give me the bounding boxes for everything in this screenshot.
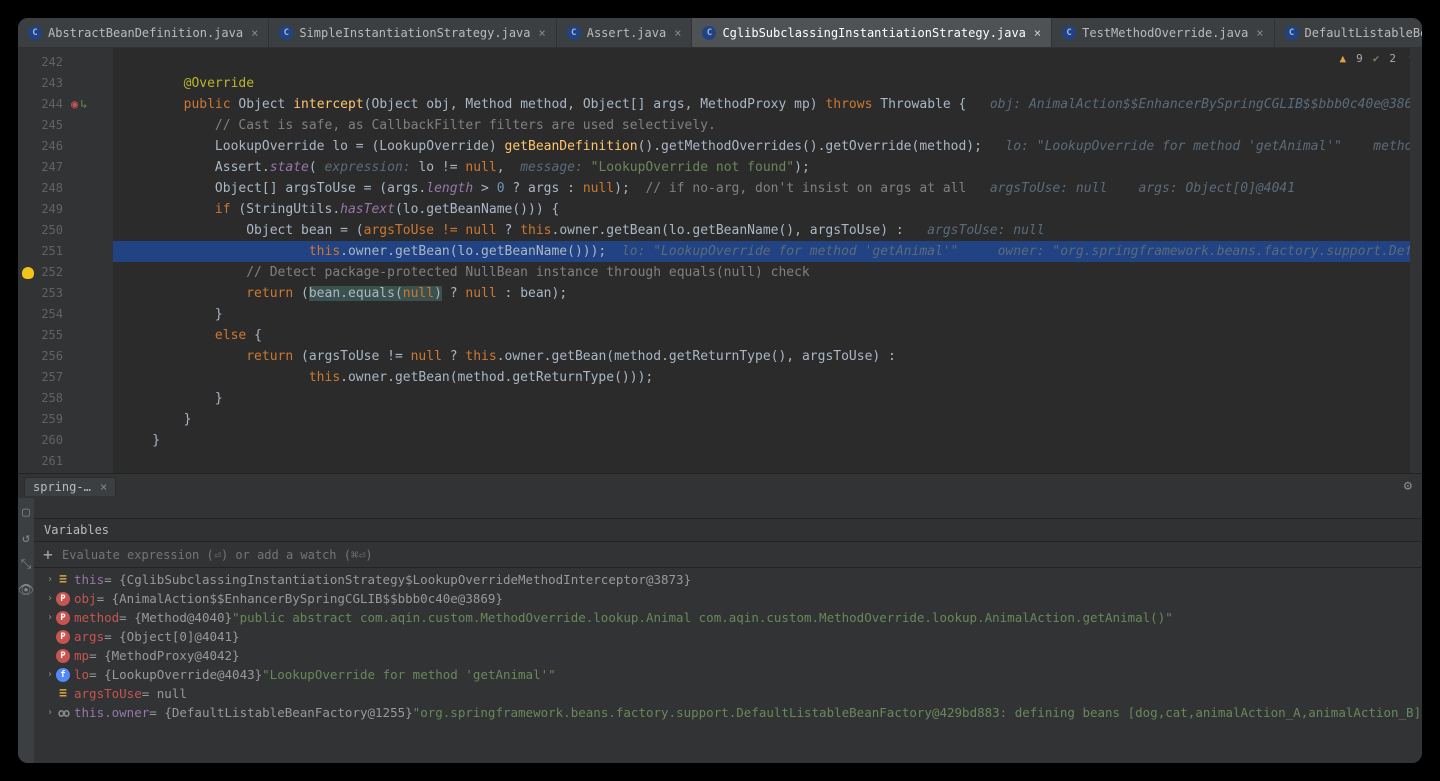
restore-icon[interactable]: ↺ [18,530,34,546]
check-icon: ✔ [1373,52,1380,65]
tab-label: Assert.java [587,26,666,40]
tab-label: AbstractBeanDefinition.java [48,26,243,40]
warning-icon: ▲ [1340,52,1347,65]
evaluate-row: + Java ▾ + [34,542,1422,568]
variable-row[interactable]: Pmp = {MethodProxy@4042} [34,646,1422,665]
tab-simpleinstantiationstrategy[interactable]: C SimpleInstantiationStrategy.java × [269,18,556,47]
tab-abstractbeandefinition[interactable]: C AbstractBeanDefinition.java × [18,18,269,47]
variable-row[interactable]: ›≡this = {CglibSubclassingInstantiationS… [34,570,1422,589]
debugger-tabbar: spring-… × ⚙ [18,474,1422,498]
variable-row[interactable]: ≡argsToUse = null [34,684,1422,703]
variable-row[interactable]: ›oothis.owner = {DefaultListableBeanFact… [34,703,1422,722]
variables-tree[interactable]: ›≡this = {CglibSubclassingInstantiationS… [34,568,1422,763]
variable-row[interactable]: ›Pobj = {AnimalAction$$EnhancerBySpringC… [34,589,1422,608]
problems-indicator[interactable]: ▲ 9 ✔ 2 [1340,52,1397,65]
tab-cglibsubclassing[interactable]: C CglibSubclassingInstantiationStrategy.… [692,18,1052,47]
java-file-icon: C [1062,26,1076,40]
debugger-main: Variables + Java ▾ + ›≡this = {CglibSubc… [34,498,1422,763]
java-file-icon: C [279,26,293,40]
close-icon[interactable]: × [674,26,681,40]
close-icon[interactable]: × [1034,26,1041,40]
watch-icon[interactable]: 👁 [18,582,34,598]
evaluate-input[interactable] [62,548,1422,562]
debugger-tab-label: spring-… [33,480,91,494]
ide-window: C AbstractBeanDefinition.java × C Simple… [18,18,1422,763]
java-file-icon: C [567,26,581,40]
close-icon[interactable]: × [1256,26,1263,40]
debugger-toolbar: ▢ ↺ ⤡ 👁 [18,498,34,763]
scrollbar[interactable] [1410,48,1422,473]
variable-row[interactable]: ›Pmethod = {Method@4040} "public abstrac… [34,608,1422,627]
tab-label: TestMethodOverride.java [1082,26,1248,40]
collapse-icon[interactable]: ⤡ [18,556,34,572]
tab-testmethodoverride[interactable]: C TestMethodOverride.java × [1052,18,1274,47]
ok-count: 2 [1389,52,1396,65]
warning-count: 9 [1356,52,1363,65]
close-icon[interactable]: × [100,480,107,494]
java-file-icon: C [28,26,42,40]
gear-icon[interactable]: ⚙ [1404,478,1412,494]
code-area[interactable]: @Override public Object intercept(Object… [113,48,1422,473]
variable-row[interactable]: Pargs = {Object[0]@4041} [34,627,1422,646]
java-file-icon: C [1285,26,1299,40]
gutter: 242243244◉↳24524624724824925025125225325… [18,48,113,473]
debugger-body: ▢ ↺ ⤡ 👁 Variables + Java ▾ + ›≡this = {C… [18,498,1422,763]
debugger-tab[interactable]: spring-… × [24,477,116,496]
tab-label: CglibSubclassingInstantiationStrategy.ja… [722,26,1025,40]
tab-assert[interactable]: C Assert.java × [557,18,693,47]
java-file-icon: C [702,26,716,40]
variable-row[interactable]: ›flo = {LookupOverride@4043} "LookupOver… [34,665,1422,684]
layout-icon[interactable]: ▢ [18,504,34,520]
add-watch-button[interactable]: + [34,545,62,564]
tab-defaultlistablebeanfactory[interactable]: C DefaultListableBeanFactory.java × [1275,18,1422,47]
variables-header: Variables [34,518,1422,542]
tab-label: SimpleInstantiationStrategy.java [299,26,530,40]
debugger-panel: spring-… × ⚙ ▢ ↺ ⤡ 👁 Variables + Java ▾ … [18,473,1422,763]
code-editor[interactable]: 242243244◉↳24524624724824925025125225325… [18,48,1422,473]
close-icon[interactable]: × [539,26,546,40]
tab-label: DefaultListableBeanFactory.java [1305,26,1422,40]
editor-tabbar: C AbstractBeanDefinition.java × C Simple… [18,18,1422,48]
close-icon[interactable]: × [251,26,258,40]
